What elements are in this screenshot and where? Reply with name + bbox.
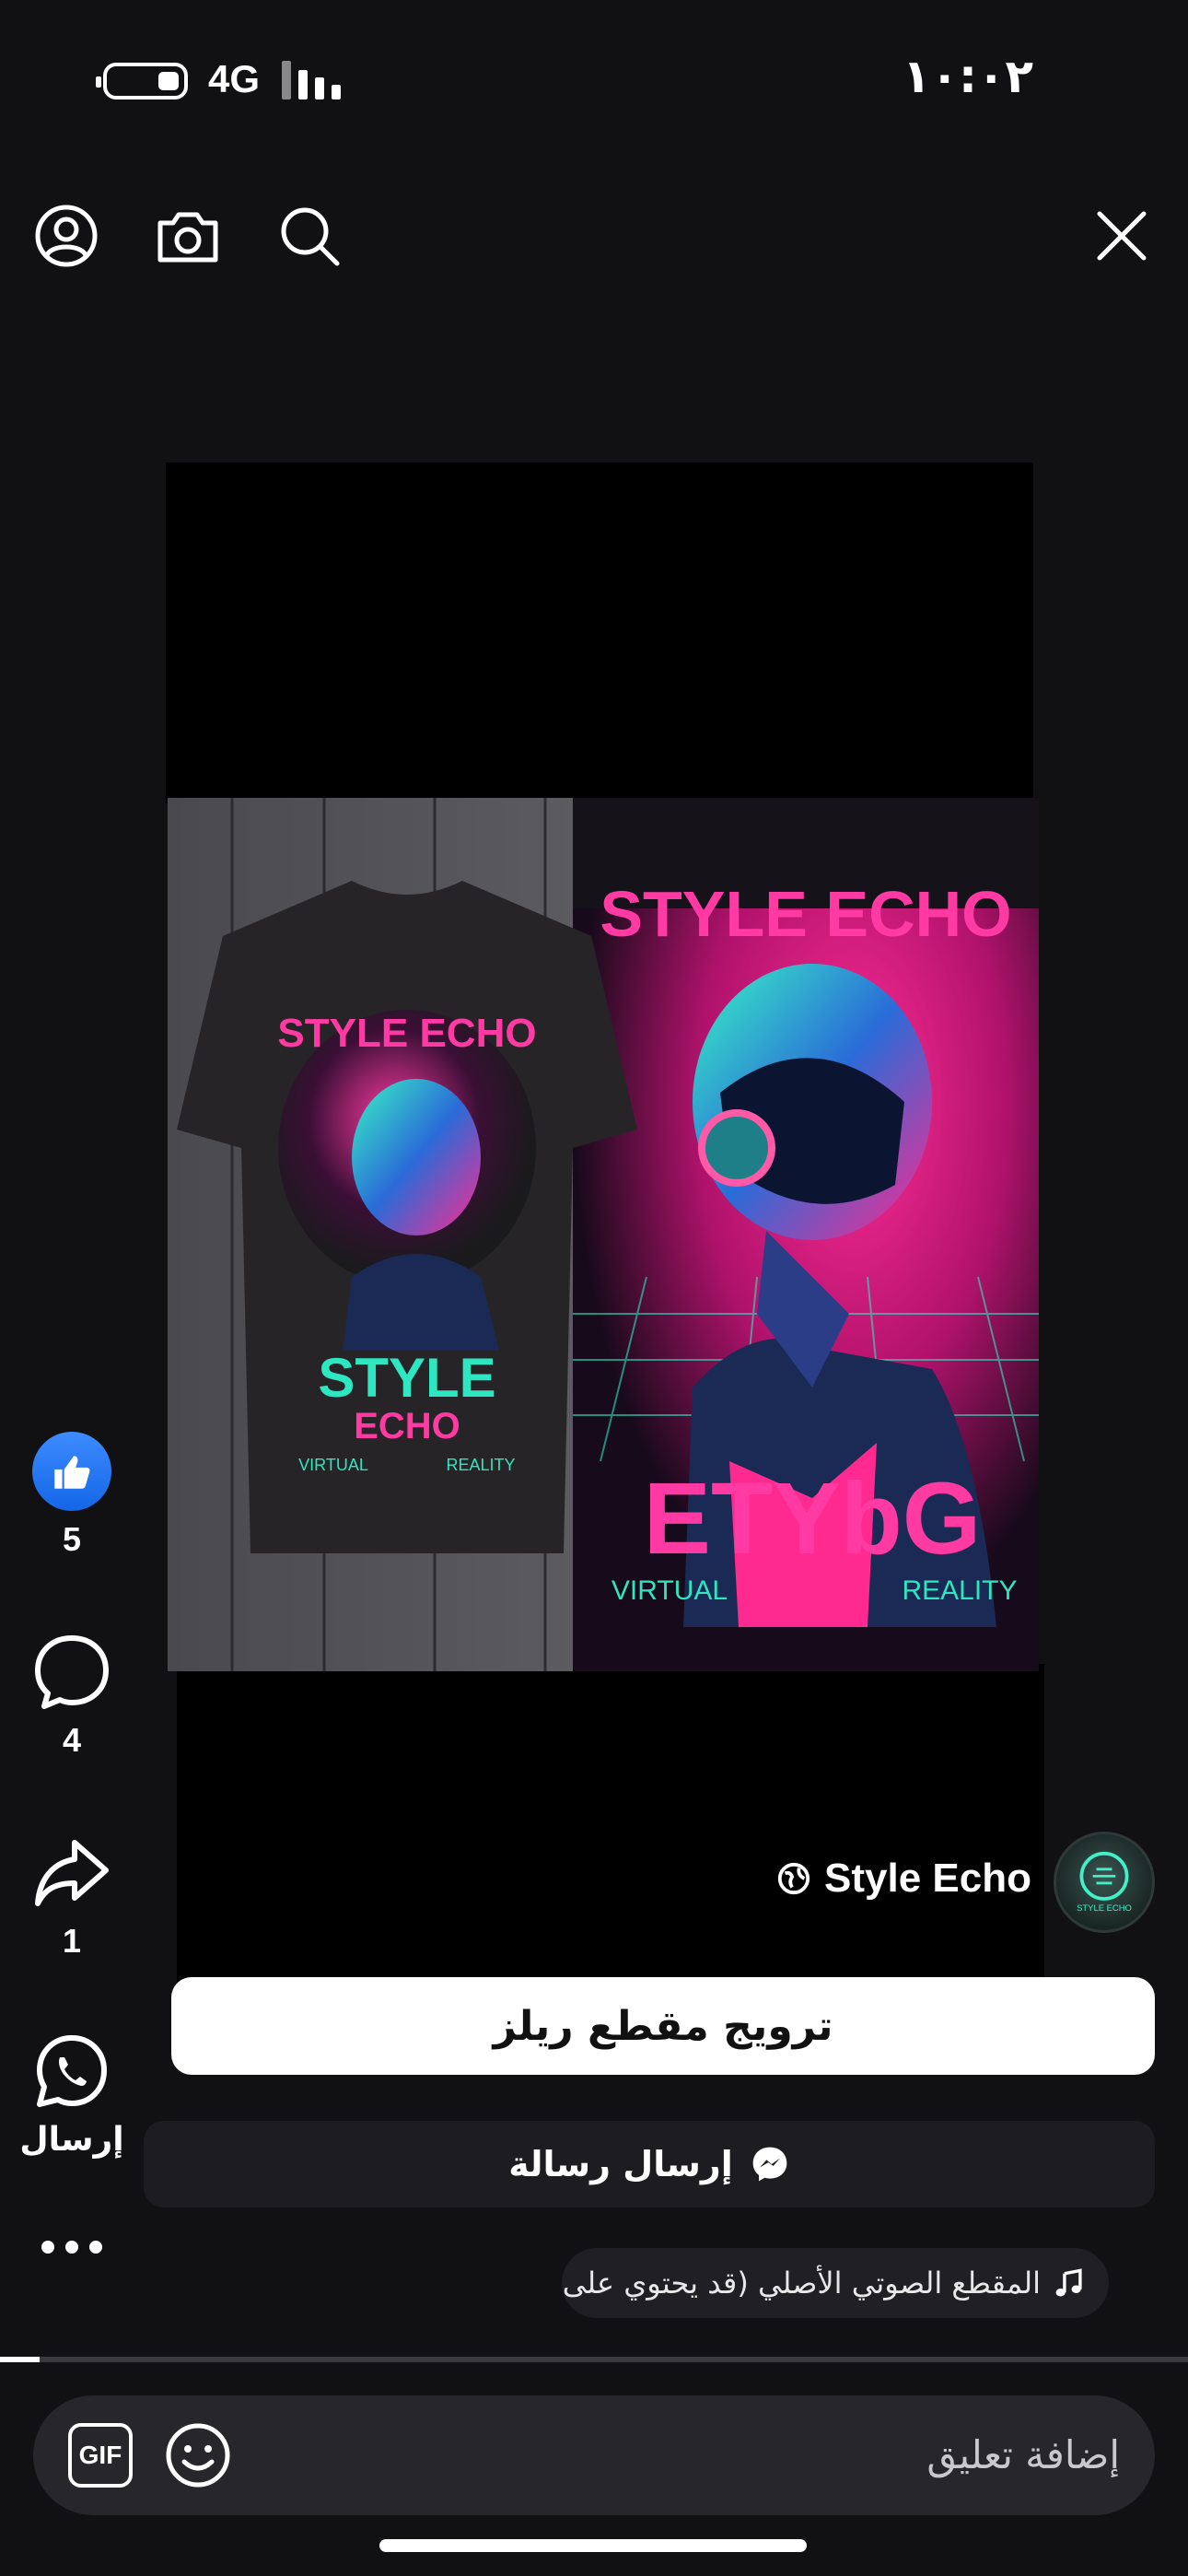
promote-reel-button[interactable]: ترويج مقطع ريلز	[171, 1977, 1155, 2075]
video-letterbox-bottom	[177, 1664, 1044, 1983]
person-circle-icon	[35, 205, 98, 267]
gif-button[interactable]: GIF	[68, 2423, 133, 2488]
more-icon	[41, 2241, 102, 2254]
messenger-icon	[752, 2147, 787, 2182]
shirt-tagline-left: VIRTUAL	[298, 1456, 368, 1474]
poster-title-text: STYLE ECHO	[600, 878, 1011, 950]
comment-composer[interactable]: GIF إضافة تعليق	[33, 2395, 1155, 2515]
video-progress-fill	[0, 2357, 40, 2362]
page-name-link[interactable]: Style Echo	[776, 1856, 1031, 1902]
share-icon	[35, 1840, 109, 1906]
shirt-bottom-text-2: ECHO	[354, 1406, 460, 1446]
camera-button[interactable]	[151, 199, 225, 273]
comment-icon	[35, 1635, 109, 1709]
comment-input[interactable]: إضافة تعليق	[926, 2432, 1120, 2477]
poster-tagline-left: VIRTUAL	[611, 1575, 728, 1606]
video-progress-bar[interactable]	[0, 2357, 1188, 2362]
search-icon	[281, 207, 340, 266]
emoji-icon[interactable]	[164, 2421, 232, 2489]
gif-label: GIF	[78, 2441, 122, 2469]
page-avatar[interactable]: STYLE ECHO	[1054, 1832, 1155, 1933]
like-action[interactable]: 5	[17, 1432, 127, 1559]
search-button[interactable]	[273, 199, 346, 273]
network-type: 4G	[208, 57, 261, 100]
shirt-title-text: STYLE ECHO	[277, 1011, 536, 1056]
page-name: Style Echo	[824, 1856, 1031, 1901]
signal-icon	[282, 61, 346, 100]
camera-icon	[157, 212, 218, 263]
avatar-logo-text: STYLE ECHO	[1077, 1903, 1132, 1914]
like-count: 5	[62, 1520, 82, 1558]
video-artwork: STYLE ECHO ETYbG VIRTUAL REALITY STYLE E…	[168, 798, 1039, 1671]
reel-video[interactable]: STYLE ECHO ETYbG VIRTUAL REALITY STYLE E…	[168, 798, 1039, 1671]
send-message-button[interactable]: إرسال رسالة	[144, 2121, 1155, 2207]
original-audio-link[interactable]: المقطع الصوتي الأصلي (قد يحتوي على	[562, 2248, 1109, 2318]
comment-action[interactable]: 4	[17, 1633, 127, 1760]
share-action[interactable]: 1	[17, 1833, 127, 1961]
like-icon	[32, 1432, 111, 1511]
music-note-icon	[1055, 2268, 1082, 2297]
battery-icon	[96, 63, 188, 100]
status-time: ١٠:٠٢	[903, 50, 1034, 103]
globe-icon	[777, 1862, 810, 1895]
shirt-tagline-right: REALITY	[446, 1456, 515, 1474]
close-icon	[1097, 211, 1147, 261]
poster-bottom-text: ETYbG	[644, 1462, 982, 1575]
video-letterbox-top	[166, 463, 1033, 803]
comment-count: 4	[62, 1721, 82, 1759]
audio-label: المقطع الصوتي الأصلي (قد يحتوي على	[562, 2266, 1041, 2301]
whatsapp-icon	[37, 2035, 107, 2107]
poster-tagline-right: REALITY	[902, 1575, 1017, 1606]
status-bar: 4G ١٠:٠٢	[0, 0, 1188, 157]
promote-reel-label: ترويج مقطع ريلز	[493, 2002, 833, 2050]
share-count: 1	[62, 1922, 82, 1960]
home-indicator	[379, 2539, 807, 2552]
close-button[interactable]	[1085, 199, 1159, 273]
shirt-bottom-text: STYLE	[318, 1347, 495, 1409]
more-options-button[interactable]	[17, 2233, 127, 2261]
whatsapp-send-action[interactable]: إرسال	[17, 2032, 127, 2159]
whatsapp-label: إرسال	[19, 2121, 124, 2159]
send-message-label: إرسال رسالة	[508, 2144, 733, 2184]
profile-button[interactable]	[29, 199, 103, 273]
reels-viewer: 4G ١٠:٠٢ STYLE ECHO ETYbG VIRTUAL REALIT…	[0, 0, 1188, 2576]
